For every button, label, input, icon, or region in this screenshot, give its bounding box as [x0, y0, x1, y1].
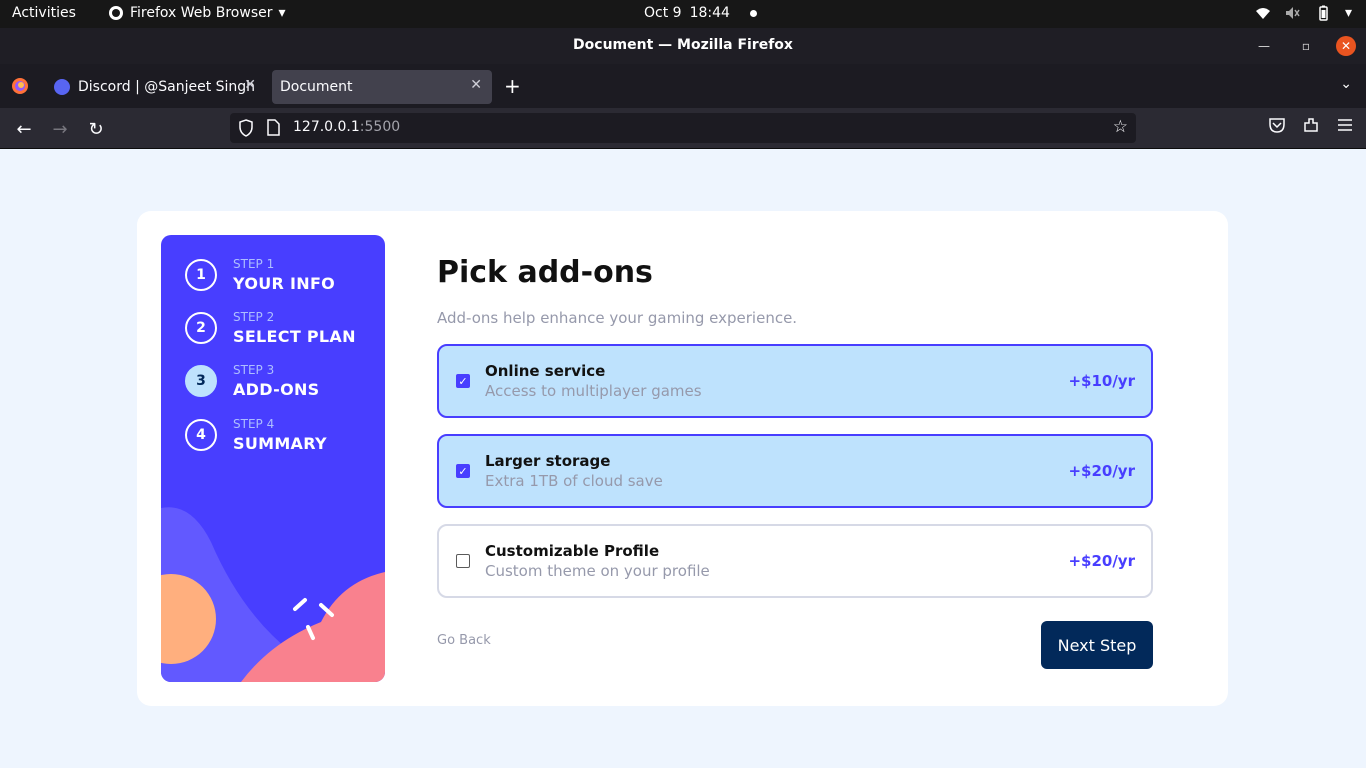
page-icon[interactable]	[266, 119, 280, 136]
bookmark-star-icon[interactable]: ☆	[1113, 117, 1128, 137]
hamburger-menu-icon[interactable]	[1336, 116, 1354, 134]
addon-price: +$10/yr	[1068, 372, 1135, 390]
close-tab-icon[interactable]: ✕	[244, 77, 256, 93]
close-tab-icon[interactable]: ✕	[470, 77, 482, 93]
step-name: SELECT PLAN	[233, 327, 356, 346]
step-label: STEP 1	[233, 257, 275, 271]
form-card: 1 STEP 1 YOUR INFO 2 STEP 2 SELECT PLAN …	[137, 211, 1228, 706]
volume-icon	[1285, 7, 1300, 19]
pocket-icon[interactable]	[1268, 116, 1286, 134]
addon-checkbox[interactable]: ✓	[456, 374, 470, 388]
step-number: 3	[185, 365, 217, 397]
firefox-view-icon[interactable]	[10, 76, 30, 96]
caret-down-icon: ▾	[1344, 5, 1352, 21]
page-title: Pick add-ons	[437, 255, 653, 290]
addon-description: Extra 1TB of cloud save	[485, 472, 663, 490]
step-name: YOUR INFO	[233, 274, 336, 293]
step-number: 4	[185, 419, 217, 451]
tab-bar: Discord | @Sanjeet Singh ✕ Document ✕	[0, 64, 1366, 108]
step-label: STEP 4	[233, 417, 275, 431]
step-number: 1	[185, 259, 217, 291]
addon-name: Customizable Profile	[485, 542, 660, 560]
system-tray[interactable]: ▾	[1255, 5, 1352, 21]
addon-price: +$20/yr	[1068, 462, 1135, 480]
window-title-bar: Document — Mozilla Firefox — ▫ ✕	[0, 28, 1366, 64]
addon-description: Custom theme on your profile	[485, 562, 710, 580]
url-bar[interactable]: 127.0.0.1:5500 ☆	[230, 113, 1136, 143]
page-subtitle: Add-ons help enhance your gaming experie…	[437, 309, 798, 327]
back-icon[interactable]: ←	[12, 117, 36, 141]
clock-date: Oct 9	[644, 5, 682, 21]
clock-time: 18:44	[689, 5, 730, 21]
tab-document[interactable]: Document ✕	[272, 70, 492, 104]
addon-larger-storage[interactable]: ✓ Larger storage Extra 1TB of cloud save…	[437, 434, 1153, 508]
addon-checkbox[interactable]	[456, 554, 470, 568]
addon-price: +$20/yr	[1068, 552, 1135, 570]
new-tab-button[interactable]: +	[504, 74, 521, 98]
forward-icon[interactable]: →	[48, 117, 72, 141]
addon-description: Access to multiplayer games	[485, 382, 702, 400]
go-back-link[interactable]: Go Back	[437, 633, 491, 648]
step-label: STEP 3	[233, 363, 275, 377]
navigation-bar: ← → ↻ 127.0.0.1:5500 ☆	[0, 108, 1366, 149]
discord-icon	[54, 79, 70, 95]
close-window-button[interactable]: ✕	[1336, 36, 1356, 56]
addon-name: Online service	[485, 362, 606, 380]
reload-icon[interactable]: ↻	[84, 117, 108, 141]
addon-online-service[interactable]: ✓ Online service Access to multiplayer g…	[437, 344, 1153, 418]
tab-label: Document	[280, 79, 353, 95]
caret-down-icon: ▾	[278, 5, 286, 21]
sidebar-decoration	[161, 507, 385, 682]
step-name: SUMMARY	[233, 434, 327, 453]
addon-checkbox[interactable]: ✓	[456, 464, 470, 478]
maximize-button[interactable]: ▫	[1294, 34, 1318, 58]
step-summary: 4 STEP 4 SUMMARY	[185, 417, 385, 459]
shield-icon[interactable]	[238, 119, 254, 137]
step-your-info: 1 STEP 1 YOUR INFO	[185, 257, 385, 299]
window-title: Document — Mozilla Firefox	[573, 37, 793, 53]
step-label: STEP 2	[233, 310, 275, 324]
steps-sidebar: 1 STEP 1 YOUR INFO 2 STEP 2 SELECT PLAN …	[161, 235, 385, 682]
extensions-icon[interactable]	[1302, 116, 1320, 134]
activities-button[interactable]: Activities	[12, 5, 76, 21]
notification-dot	[749, 9, 757, 17]
addon-customizable-profile[interactable]: Customizable Profile Custom theme on you…	[437, 524, 1153, 598]
step-select-plan: 2 STEP 2 SELECT PLAN	[185, 310, 385, 352]
clock[interactable]: Oct 9 18:44	[644, 5, 757, 21]
firefox-icon	[109, 6, 123, 20]
list-all-tabs-button[interactable]: ⌄	[1340, 76, 1352, 92]
minimize-button[interactable]: —	[1252, 34, 1276, 58]
next-step-button[interactable]: Next Step	[1041, 621, 1153, 669]
step-name: ADD-ONS	[233, 380, 320, 399]
system-top-bar: Activities Firefox Web Browser ▾ Oct 9 1…	[0, 0, 1366, 28]
addon-name: Larger storage	[485, 452, 611, 470]
step-add-ons: 3 STEP 3 ADD-ONS	[185, 363, 385, 405]
url-port: :5500	[359, 119, 401, 135]
battery-icon	[1319, 5, 1328, 21]
app-menu-label: Firefox Web Browser	[130, 5, 273, 21]
app-menu[interactable]: Firefox Web Browser ▾	[108, 5, 286, 21]
wifi-icon	[1255, 8, 1270, 19]
url-text[interactable]: 127.0.0.1:5500	[293, 119, 400, 135]
step-number: 2	[185, 312, 217, 344]
tab-label: Discord | @Sanjeet Singh	[78, 79, 256, 95]
tab-discord[interactable]: Discord | @Sanjeet Singh ✕	[46, 70, 266, 104]
url-host: 127.0.0.1	[293, 119, 360, 135]
